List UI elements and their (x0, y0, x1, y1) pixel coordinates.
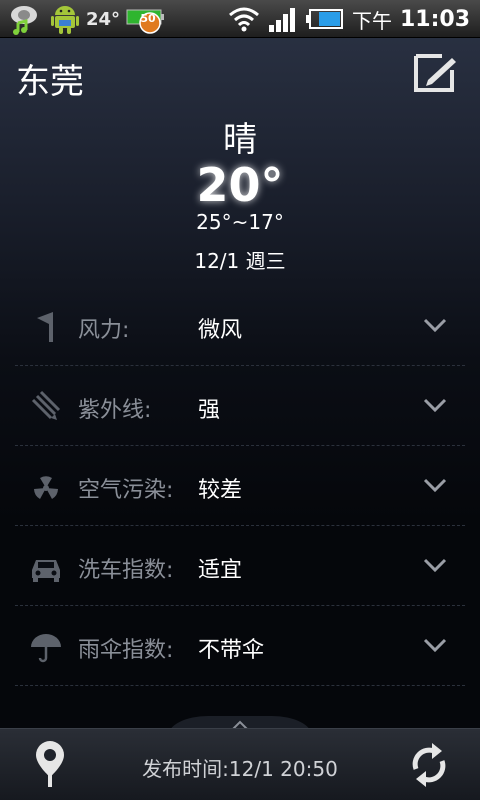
android-icon (51, 6, 79, 34)
detail-value: 强 (198, 398, 221, 423)
detail-list: 风力: 微风 紫外线: 强 空气污染: 较差 洗车指数: 适宜 雨伞指数: 不带… (15, 286, 465, 686)
status-bar: 24° 50 下午 11:03 (0, 0, 480, 38)
detail-label: 风力: (78, 318, 130, 343)
umbrella-icon (31, 634, 61, 663)
status-right: 下午 11:03 (228, 3, 470, 35)
uv-icon (31, 390, 61, 420)
detail-value: 适宜 (198, 558, 243, 583)
chevron-down-icon[interactable] (423, 636, 447, 654)
detail-label: 洗车指数: (78, 558, 174, 583)
status-time: 11:03 (399, 6, 470, 32)
detail-label: 紫外线: (78, 398, 152, 423)
signal-icon (268, 8, 295, 32)
detail-value: 较差 (198, 478, 243, 503)
status-temperature: 24° (86, 8, 121, 30)
detail-value: 不带伞 (198, 638, 265, 663)
detail-label: 空气污染: (78, 478, 174, 503)
radiation-icon (34, 476, 58, 499)
city-name[interactable]: 东莞 (16, 54, 84, 103)
detail-row-carwash[interactable]: 洗车指数: 适宜 (15, 526, 465, 606)
bottom-bar: 发布时间:12/1 20:50 (0, 728, 480, 800)
weather-screen: 24° 50 下午 11:03 东莞 晴 20° 25°~17° 12/1 週三… (0, 0, 480, 800)
chevron-down-icon[interactable] (423, 476, 447, 494)
battery-badge-text: 50 (140, 12, 156, 25)
chevron-down-icon[interactable] (423, 316, 447, 334)
weather-condition: 晴 (223, 120, 257, 160)
detail-row-umbrella[interactable]: 雨伞指数: 不带伞 (15, 606, 465, 686)
status-ampm: 下午 (351, 8, 392, 33)
battery-icon (305, 9, 343, 29)
status-left: 24° 50 (8, 3, 166, 35)
chevron-down-icon[interactable] (423, 396, 447, 414)
weather-icon (11, 6, 37, 35)
car-icon (32, 560, 60, 582)
detail-row-pollution[interactable]: 空气污染: 较差 (15, 446, 465, 526)
detail-row-uv[interactable]: 紫外线: 强 (15, 366, 465, 446)
refresh-icon[interactable] (406, 739, 452, 791)
wifi-icon (228, 7, 259, 32)
temperature-range: 25°~17° (196, 210, 284, 234)
detail-value: 微风 (198, 318, 243, 343)
current-temperature: 20° (196, 158, 284, 212)
forecast-date: 12/1 週三 (194, 249, 286, 273)
edit-icon[interactable] (412, 52, 458, 94)
detail-label: 雨伞指数: (78, 638, 174, 663)
flag-icon (37, 312, 53, 342)
detail-row-wind[interactable]: 风力: 微风 (15, 286, 465, 366)
chevron-down-icon[interactable] (423, 556, 447, 574)
